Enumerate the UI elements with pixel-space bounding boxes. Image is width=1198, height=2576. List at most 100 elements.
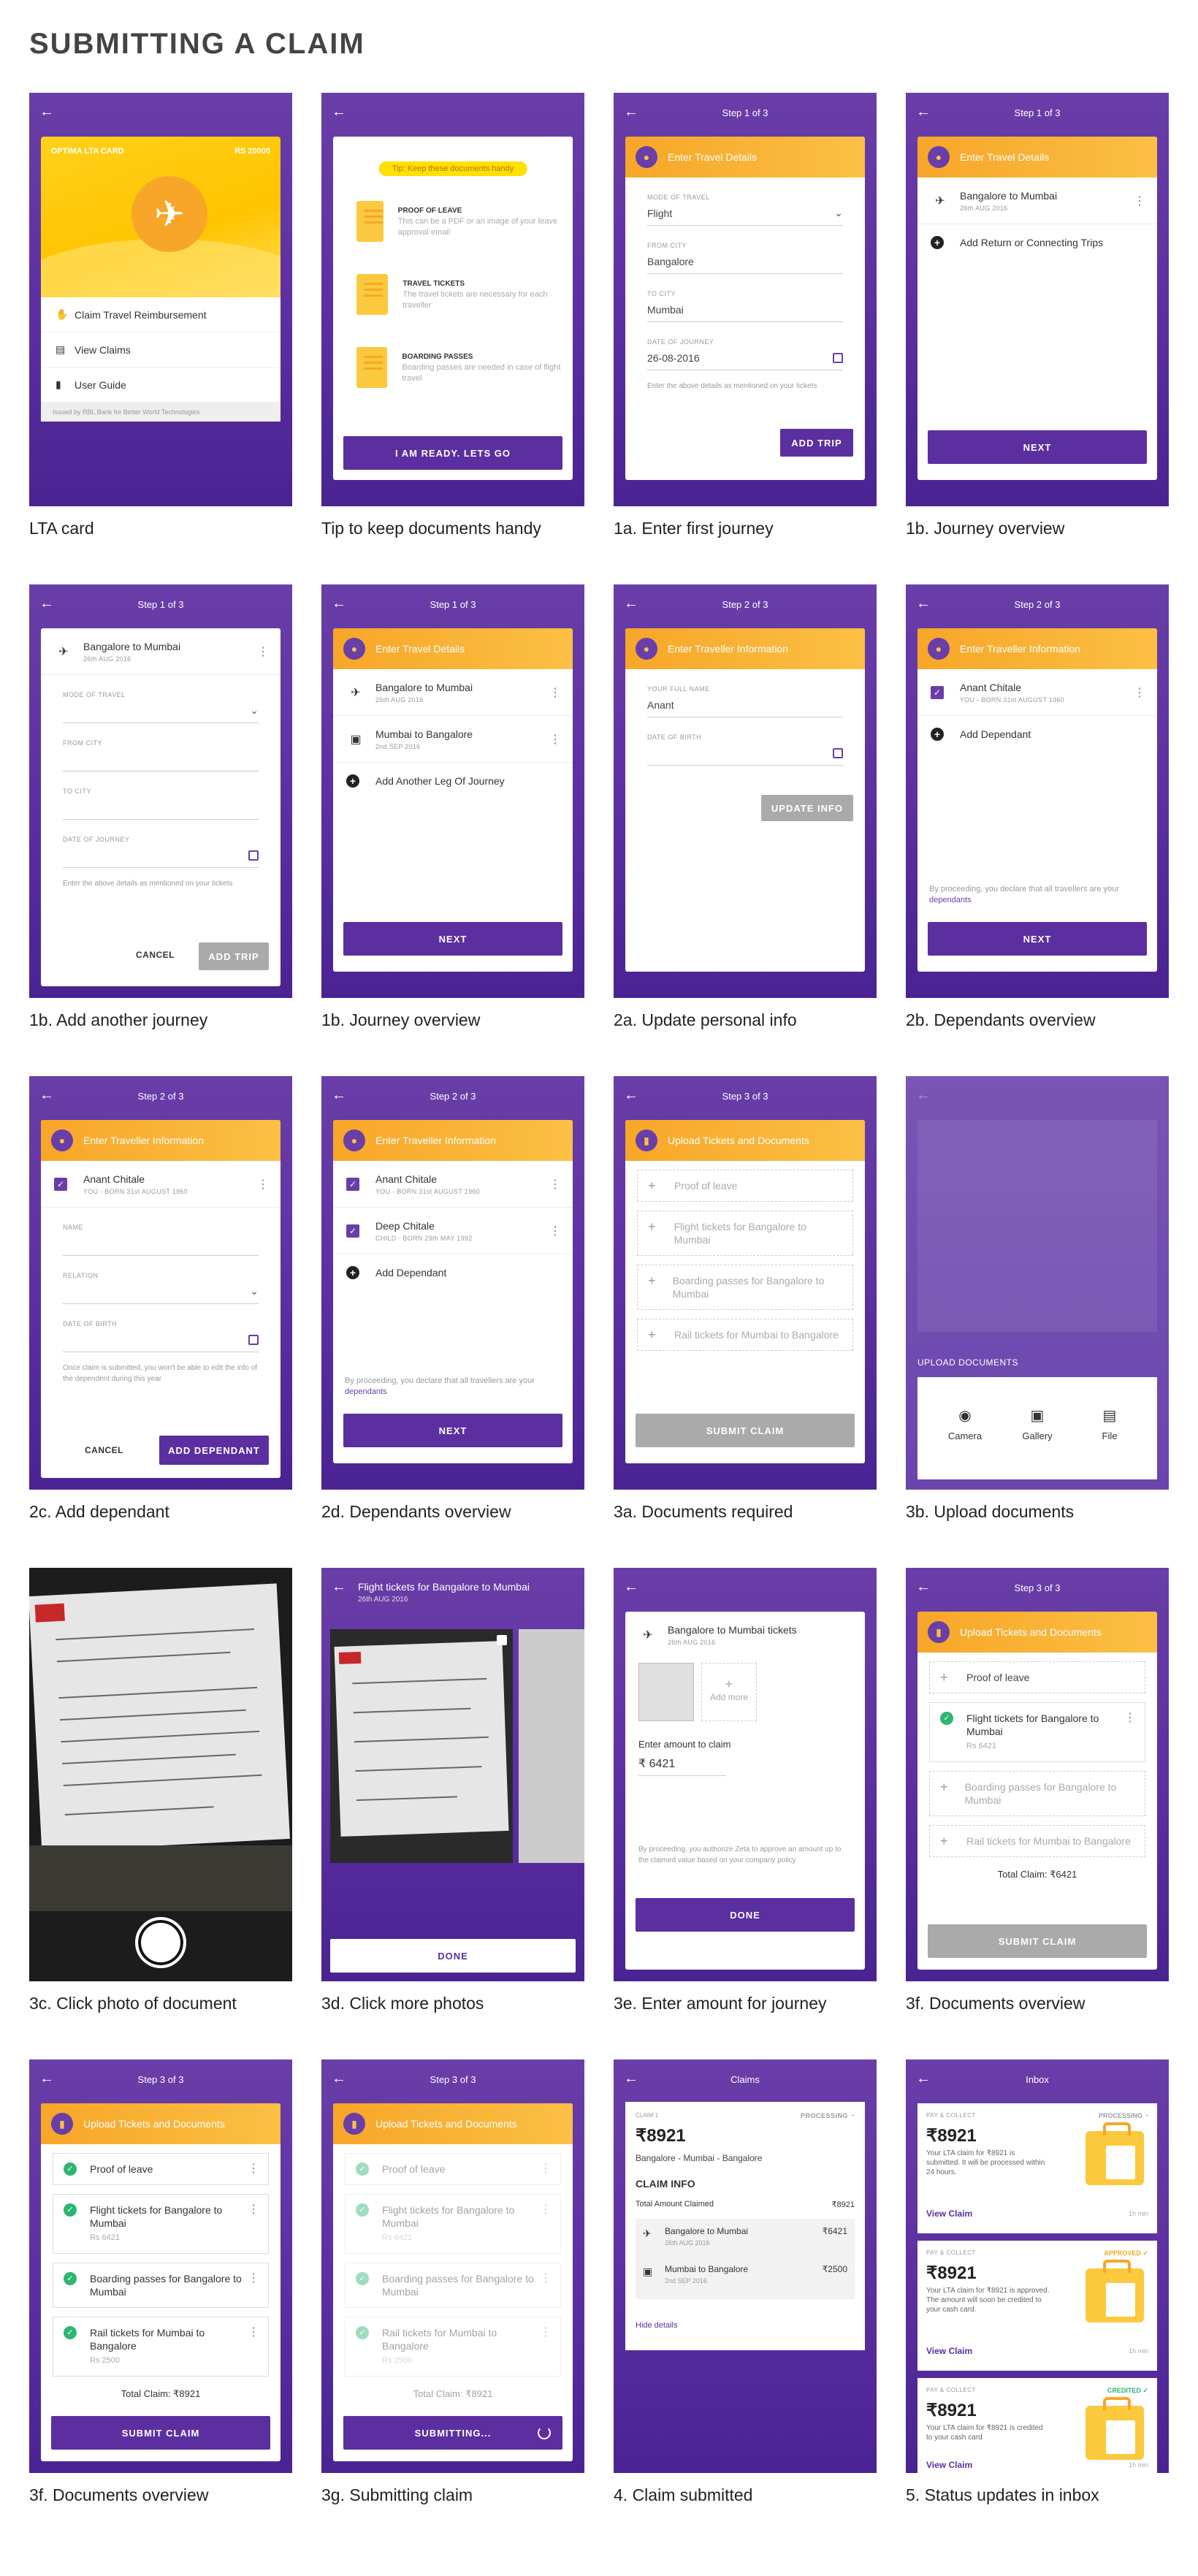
- update-info-button[interactable]: UPDATE INFO: [761, 795, 853, 821]
- next-button[interactable]: NEXT: [928, 922, 1147, 956]
- amount-input[interactable]: ₹ 6421: [638, 1756, 726, 1776]
- full-name-field[interactable]: YOUR FULL NAME Anant: [625, 685, 865, 717]
- menu-claim-travel[interactable]: ✋ Claim Travel Reimbursement: [41, 297, 281, 332]
- more-vert-icon[interactable]: ⋮: [248, 2203, 259, 2217]
- photo-thumbnail[interactable]: [638, 1663, 694, 1721]
- calendar-icon[interactable]: [833, 747, 843, 758]
- mode-field[interactable]: MODE OF TRAVEL ⌄: [41, 691, 281, 723]
- add-return-row[interactable]: + Add Return or Connecting Trips: [917, 224, 1157, 261]
- to-city-field[interactable]: TO CITY: [41, 788, 281, 820]
- inbox-card[interactable]: PAY & COLLECT CREDITED ✓ ₹8921 Your LTA …: [917, 2378, 1157, 2473]
- submit-claim-button[interactable]: SUBMIT CLAIM: [928, 1924, 1147, 1958]
- back-arrow-icon[interactable]: ←: [332, 1579, 346, 1594]
- to-city-field[interactable]: TO CITY Mumbai: [625, 290, 865, 322]
- add-more-button[interactable]: + Add more: [701, 1663, 757, 1721]
- submit-claim-button[interactable]: SUBMIT CLAIM: [636, 1414, 855, 1447]
- checkbox-checked-icon[interactable]: ✓: [54, 1177, 67, 1191]
- ready-button[interactable]: I AM READY. LETS GO: [343, 436, 562, 470]
- checkbox-checked-icon[interactable]: ✓: [346, 1224, 359, 1238]
- hide-details-link[interactable]: Hide details: [636, 2321, 677, 2330]
- doc-rail-tickets[interactable]: ✓ Rail tickets for Mumbai to Bangalore Rs …: [53, 2317, 269, 2377]
- submit-claim-button[interactable]: SUBMIT CLAIM: [51, 2416, 270, 2450]
- view-claim-link[interactable]: View Claim: [926, 2209, 972, 2219]
- checkbox-checked-icon[interactable]: ✓: [931, 685, 944, 699]
- doc-proof-of-leave[interactable]: + Proof of leave: [637, 1170, 853, 1202]
- back-arrow-icon[interactable]: ←: [39, 104, 54, 119]
- delete-icon[interactable]: [497, 1635, 507, 1645]
- menu-view-claims[interactable]: ▤ View Claims: [41, 332, 281, 367]
- doc-flight-tickets[interactable]: ✓ Flight tickets for Bangalore to Mumbai R…: [53, 2194, 269, 2254]
- date-field[interactable]: DATE OF JOURNEY: [41, 836, 281, 868]
- calendar-icon[interactable]: [833, 352, 843, 363]
- dob-field[interactable]: DATE OF BIRTH: [625, 733, 865, 766]
- name-field[interactable]: NAME: [41, 1224, 281, 1256]
- back-arrow-icon[interactable]: ←: [916, 1088, 931, 1102]
- checkbox-checked-icon[interactable]: ✓: [346, 1177, 359, 1191]
- next-button[interactable]: NEXT: [928, 430, 1147, 464]
- more-vert-icon[interactable]: ⋮: [1124, 1712, 1136, 1725]
- add-trip-button[interactable]: ADD TRIP: [199, 942, 269, 970]
- journey-row[interactable]: ✈ Bangalore to Mumbai 26th AUG 2016 ⋮: [917, 178, 1157, 224]
- cancel-button[interactable]: CANCEL: [136, 950, 175, 960]
- dependants-link[interactable]: dependants: [345, 1387, 387, 1396]
- more-vert-icon[interactable]: ⋮: [1134, 685, 1145, 700]
- traveller-row[interactable]: ✓ Anant Chitale YOU - BORN 31st AUGUST 196…: [41, 1161, 281, 1208]
- submitting-button[interactable]: SUBMITTING...: [343, 2416, 562, 2450]
- photo-preview[interactable]: [330, 1629, 513, 1863]
- add-dependant-row[interactable]: + Add Dependant: [333, 1254, 573, 1291]
- add-dependant-button[interactable]: ADD DEPENDANT: [159, 1436, 269, 1465]
- calendar-icon[interactable]: [248, 1334, 259, 1345]
- add-dependant-row[interactable]: + Add Dependant: [917, 716, 1157, 752]
- more-vert-icon[interactable]: ⋮: [257, 1177, 269, 1192]
- shutter-button[interactable]: [135, 1917, 186, 1968]
- photo-preview-next[interactable]: [519, 1629, 584, 1863]
- cancel-button[interactable]: CANCEL: [85, 1445, 123, 1455]
- mode-field[interactable]: MODE OF TRAVEL Flight ⌄: [625, 194, 865, 226]
- doc-proof-of-leave[interactable]: ✓ Proof of leave ⋮: [53, 2153, 269, 2185]
- done-button[interactable]: DONE: [636, 1898, 855, 1932]
- journey-row[interactable]: ▣ Mumbai to Bangalore 2nd SEP 2016 ⋮: [333, 716, 573, 763]
- more-vert-icon[interactable]: ⋮: [549, 685, 561, 700]
- back-arrow-icon[interactable]: ←: [624, 1579, 638, 1594]
- relation-field[interactable]: RELATION ⌄: [41, 1272, 281, 1304]
- doc-boarding-passes[interactable]: + Boarding passes for Bangalore to Mumbai: [637, 1265, 853, 1310]
- from-city-field[interactable]: FROM CITY: [41, 739, 281, 771]
- lta-card[interactable]: OPTIMA LTA CARD RS 20000 ✈: [41, 137, 281, 297]
- doc-proof-of-leave[interactable]: + Proof of leave: [929, 1661, 1145, 1693]
- menu-user-guide[interactable]: ▮ User Guide: [41, 367, 281, 403]
- more-vert-icon[interactable]: ⋮: [257, 644, 269, 659]
- traveller-row[interactable]: ✓ Anant Chitale YOU - BORN 31st AUGUST 196…: [917, 669, 1157, 716]
- gallery-option[interactable]: ▣ Gallery: [1012, 1406, 1063, 1441]
- add-leg-row[interactable]: + Add Another Leg Of Journey: [333, 763, 573, 799]
- journey-row[interactable]: ✈ Bangalore to Mumbai 26th AUG 2016 ⋮: [41, 628, 281, 675]
- doc-flight-tickets[interactable]: ✓ Flight tickets for Bangalore to Mumbai R…: [929, 1702, 1145, 1762]
- journey-row[interactable]: ✈ Bangalore to Mumbai 26th AUG 2016 ⋮: [333, 669, 573, 716]
- doc-rail-tickets[interactable]: + Rail tickets for Mumbai to Bangalore: [637, 1319, 853, 1351]
- doc-flight-tickets[interactable]: + Flight tickets for Bangalore to Mumbai: [637, 1211, 853, 1256]
- doc-boarding-passes[interactable]: + Boarding passes for Bangalore to Mumbai: [929, 1771, 1145, 1816]
- view-claim-link[interactable]: View Claim: [926, 2346, 972, 2356]
- done-button[interactable]: DONE: [330, 1939, 576, 1973]
- from-city-field[interactable]: FROM CITY Bangalore: [625, 242, 865, 274]
- traveller-row[interactable]: ✓ Anant Chitale YOU - BORN 31st AUGUST 196…: [333, 1161, 573, 1208]
- more-vert-icon[interactable]: ⋮: [248, 2272, 259, 2285]
- more-vert-icon[interactable]: ⋮: [248, 2326, 259, 2339]
- more-vert-icon[interactable]: ⋮: [1134, 194, 1145, 208]
- inbox-card[interactable]: PAY & COLLECT PROCESSING ◔ ₹8921 Your LT…: [917, 2103, 1157, 2233]
- add-trip-button[interactable]: ADD TRIP: [780, 429, 853, 457]
- inbox-card[interactable]: PAY & COLLECT APPROVED ✓ ₹8921 Your LTA …: [917, 2241, 1157, 2371]
- calendar-icon[interactable]: [248, 850, 259, 861]
- camera-option[interactable]: ◉ Camera: [939, 1406, 991, 1441]
- next-button[interactable]: NEXT: [343, 1414, 562, 1447]
- date-field[interactable]: DATE OF JOURNEY 26-08-2016: [625, 338, 865, 370]
- dob-field[interactable]: DATE OF BIRTH: [41, 1320, 281, 1352]
- back-arrow-icon[interactable]: ←: [332, 104, 346, 119]
- file-option[interactable]: ▤ File: [1084, 1406, 1135, 1441]
- next-button[interactable]: NEXT: [343, 922, 562, 956]
- dependant-row[interactable]: ✓ Deep Chitale CHILD - BORN 29th MAY 1992 ⋮: [333, 1208, 573, 1254]
- more-vert-icon[interactable]: ⋮: [549, 732, 561, 747]
- dependants-link[interactable]: dependants: [929, 896, 972, 904]
- more-vert-icon[interactable]: ⋮: [549, 1177, 561, 1192]
- view-claim-link[interactable]: View Claim: [926, 2460, 972, 2470]
- more-vert-icon[interactable]: ⋮: [248, 2162, 259, 2176]
